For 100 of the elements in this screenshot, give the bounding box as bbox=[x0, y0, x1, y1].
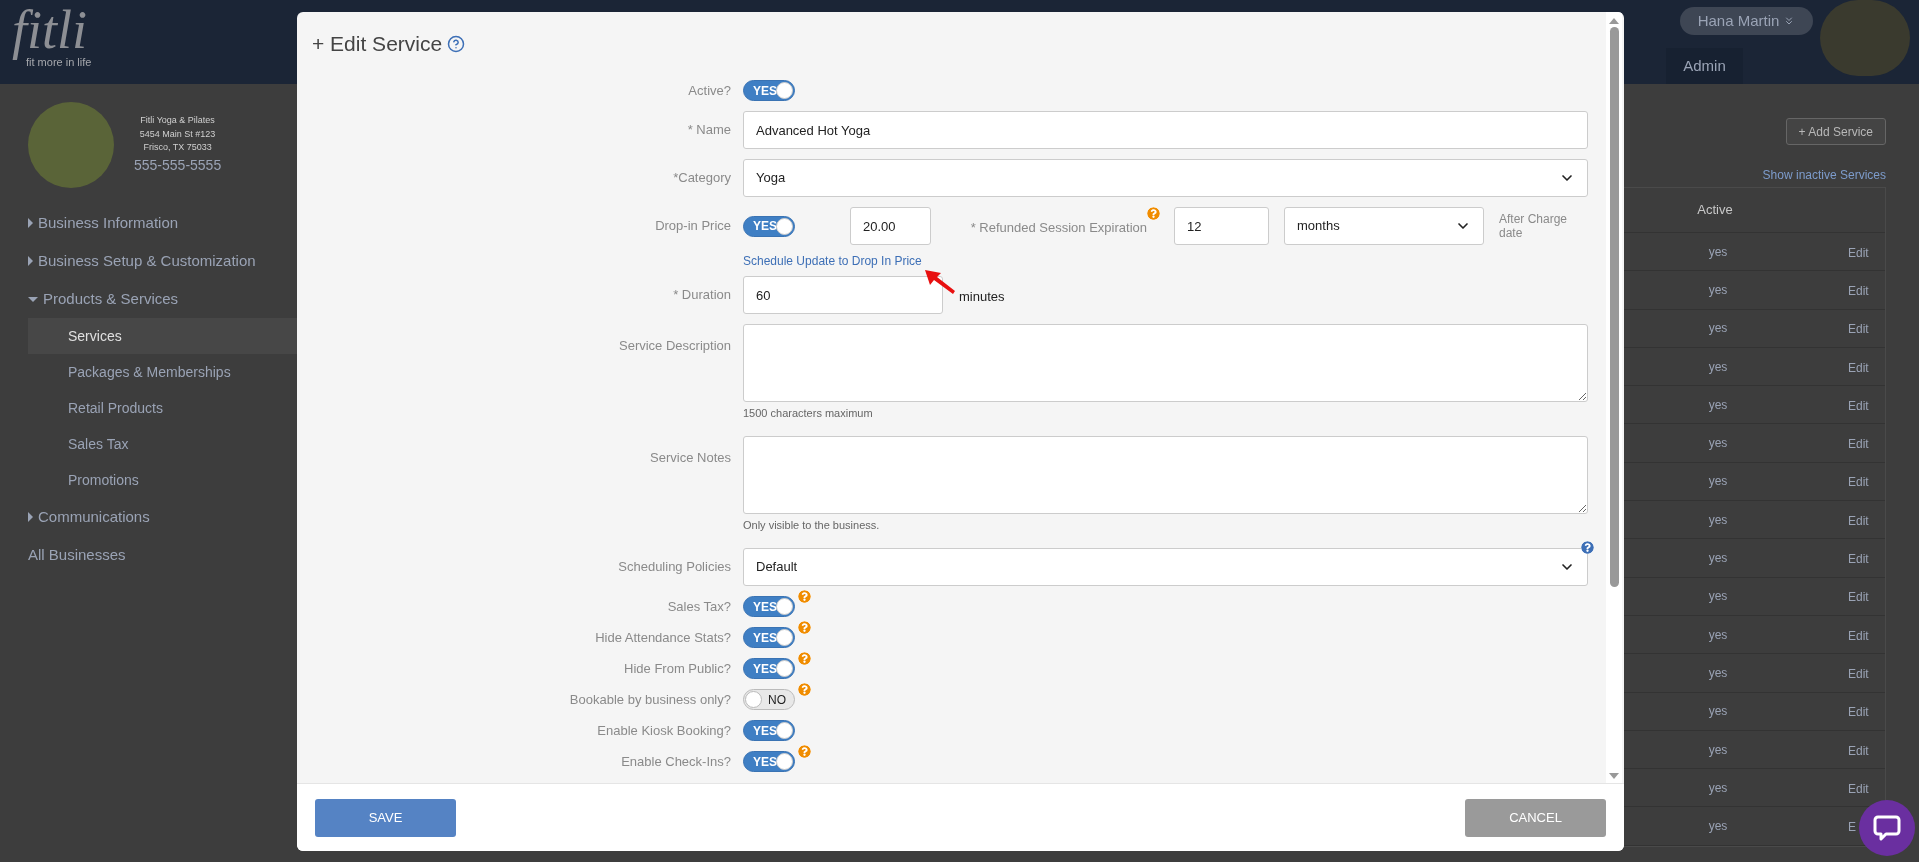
nav-tab[interactable]: Admin bbox=[1666, 48, 1743, 84]
sidebar-item[interactable]: All Businesses bbox=[28, 536, 300, 574]
field-label: Service Notes bbox=[650, 449, 731, 465]
toggle-knob bbox=[745, 691, 762, 708]
table-cell-text: yes bbox=[1707, 703, 1729, 721]
field-label: Active? bbox=[688, 82, 731, 98]
edit-link[interactable]: Edit bbox=[1848, 513, 1869, 528]
sidebar-item[interactable]: Business Information bbox=[28, 204, 300, 242]
table-cell-text: yes bbox=[1707, 473, 1729, 491]
scrollbar[interactable] bbox=[1606, 12, 1622, 783]
field-label: Enable Kiosk Booking? bbox=[597, 722, 731, 738]
chat-bubble-icon bbox=[1873, 814, 1901, 842]
edit-link[interactable]: Edit bbox=[1848, 360, 1869, 375]
toggle-knob bbox=[776, 722, 793, 739]
field-label: Sales Tax? bbox=[667, 598, 731, 614]
field-label: * Refunded Session Expiration bbox=[970, 218, 1147, 237]
sidebar-subitem[interactable]: Packages & Memberships bbox=[28, 354, 300, 390]
select-field[interactable]: Yoga bbox=[743, 159, 1588, 197]
help-icon[interactable] bbox=[1581, 541, 1594, 554]
table-cell-text: yes bbox=[1707, 281, 1729, 299]
field-label: * Name bbox=[687, 122, 731, 138]
toggle-knob bbox=[776, 598, 793, 615]
field-label: Enable Check-Ins? bbox=[621, 753, 731, 769]
edit-link[interactable]: Edit bbox=[1848, 245, 1869, 260]
toggle-switch[interactable]: YES bbox=[743, 658, 795, 679]
table-cell-text: yes bbox=[1707, 588, 1729, 606]
toggle-knob bbox=[776, 217, 793, 235]
table-cell-text: yes bbox=[1707, 358, 1729, 376]
edit-link[interactable]: Edit bbox=[1848, 781, 1869, 796]
sidebar-subitem[interactable]: Promotions bbox=[28, 462, 300, 498]
select-field[interactable]: Default bbox=[743, 548, 1588, 586]
business-phone: 555-555-5555 bbox=[134, 155, 222, 175]
edit-link[interactable]: Edit bbox=[1848, 590, 1869, 605]
table-cell-text: yes bbox=[1707, 550, 1729, 567]
edit-link[interactable]: Edit bbox=[1848, 743, 1869, 758]
dialog-title: + Edit Service bbox=[312, 30, 443, 57]
name-input[interactable]: Advanced Hot Yoga bbox=[743, 111, 1588, 149]
edit-link[interactable]: Edit bbox=[1848, 705, 1869, 720]
sidebar-subitem[interactable]: Sales Tax bbox=[28, 426, 300, 462]
unit-select[interactable]: months bbox=[1284, 207, 1484, 245]
edit-link[interactable]: Edit bbox=[1848, 398, 1869, 413]
toggle-switch[interactable]: YES bbox=[743, 751, 795, 772]
field-label: * Duration bbox=[673, 287, 731, 303]
help-icon[interactable] bbox=[798, 590, 811, 603]
table-cell-text: yes bbox=[1707, 396, 1729, 414]
help-icon[interactable] bbox=[798, 683, 811, 696]
table-cell-text: yes bbox=[1707, 511, 1729, 529]
toggle-knob bbox=[776, 629, 793, 646]
logo-tagline: fit more in life bbox=[26, 56, 92, 70]
chat-button[interactable] bbox=[1859, 800, 1915, 856]
table-cell-text: yes bbox=[1707, 626, 1729, 644]
field-label: Service Description bbox=[619, 338, 731, 353]
caret-right-icon bbox=[28, 218, 33, 228]
toggle-switch[interactable]: YES bbox=[743, 80, 795, 101]
add-service-button[interactable]: + Add Service bbox=[1785, 118, 1886, 145]
toggle-knob bbox=[776, 82, 793, 99]
scrollbar-thumb[interactable] bbox=[1609, 27, 1619, 587]
field-label: *Category bbox=[673, 170, 731, 186]
pointer-arrow bbox=[925, 270, 955, 294]
price-input[interactable]: 20.00 bbox=[850, 207, 931, 245]
toggle-switch[interactable]: YES bbox=[743, 627, 795, 648]
edit-link[interactable]: Edit bbox=[1848, 628, 1869, 643]
duration-input[interactable]: 60 bbox=[743, 276, 943, 314]
edit-link[interactable]: Edit bbox=[1848, 322, 1869, 337]
sidebar-item[interactable]: Communications bbox=[28, 498, 300, 536]
table-cell-text: yes bbox=[1707, 320, 1729, 338]
help-icon[interactable] bbox=[798, 652, 811, 665]
field-hint: Only visible to the business. bbox=[743, 517, 881, 533]
unit-label: minutes bbox=[959, 287, 1005, 306]
field-label: Hide From Public? bbox=[624, 660, 731, 676]
toggle-switch[interactable]: YES bbox=[743, 215, 795, 237]
help-icon[interactable] bbox=[798, 621, 811, 634]
field-label: Drop-in Price bbox=[655, 218, 731, 234]
toggle-knob bbox=[776, 660, 793, 677]
toggle-switch[interactable]: YES bbox=[743, 596, 795, 617]
schedule-update-link[interactable]: Schedule Update to Drop In Price bbox=[743, 252, 922, 270]
text-area[interactable] bbox=[743, 435, 1588, 514]
save-button[interactable]: SAVE bbox=[315, 798, 456, 837]
column-header: Active bbox=[1696, 201, 1734, 220]
sidebar-item[interactable]: Business Setup & Customization bbox=[28, 242, 300, 280]
expiration-input[interactable]: 12 bbox=[1174, 207, 1269, 245]
edit-link[interactable]: Edit bbox=[1848, 666, 1869, 681]
sidebar-subitem[interactable]: Retail Products bbox=[28, 390, 300, 426]
help-icon[interactable] bbox=[447, 34, 466, 53]
sidebar-item[interactable]: Products & Services bbox=[28, 280, 300, 318]
logo[interactable]: fitli bbox=[12, 2, 92, 58]
edit-link[interactable]: Edit bbox=[1848, 437, 1869, 452]
toggle-switch[interactable]: NO bbox=[743, 689, 795, 710]
cancel-button[interactable]: CANCEL bbox=[1465, 798, 1606, 837]
help-icon[interactable] bbox=[1147, 206, 1160, 220]
edit-link[interactable]: Edit bbox=[1848, 552, 1869, 566]
table-cell-text: yes bbox=[1707, 664, 1729, 682]
help-icon[interactable] bbox=[798, 745, 811, 758]
edit-link[interactable]: Edit bbox=[1848, 475, 1869, 490]
text-area[interactable] bbox=[743, 324, 1588, 402]
edit-link[interactable]: Edit bbox=[1848, 283, 1869, 298]
edit-link[interactable]: E bbox=[1848, 820, 1856, 835]
toggle-switch[interactable]: YES bbox=[743, 720, 795, 741]
user-menu[interactable]: Hana Martin bbox=[1680, 7, 1813, 35]
sidebar-subitem[interactable]: Services bbox=[28, 318, 300, 354]
